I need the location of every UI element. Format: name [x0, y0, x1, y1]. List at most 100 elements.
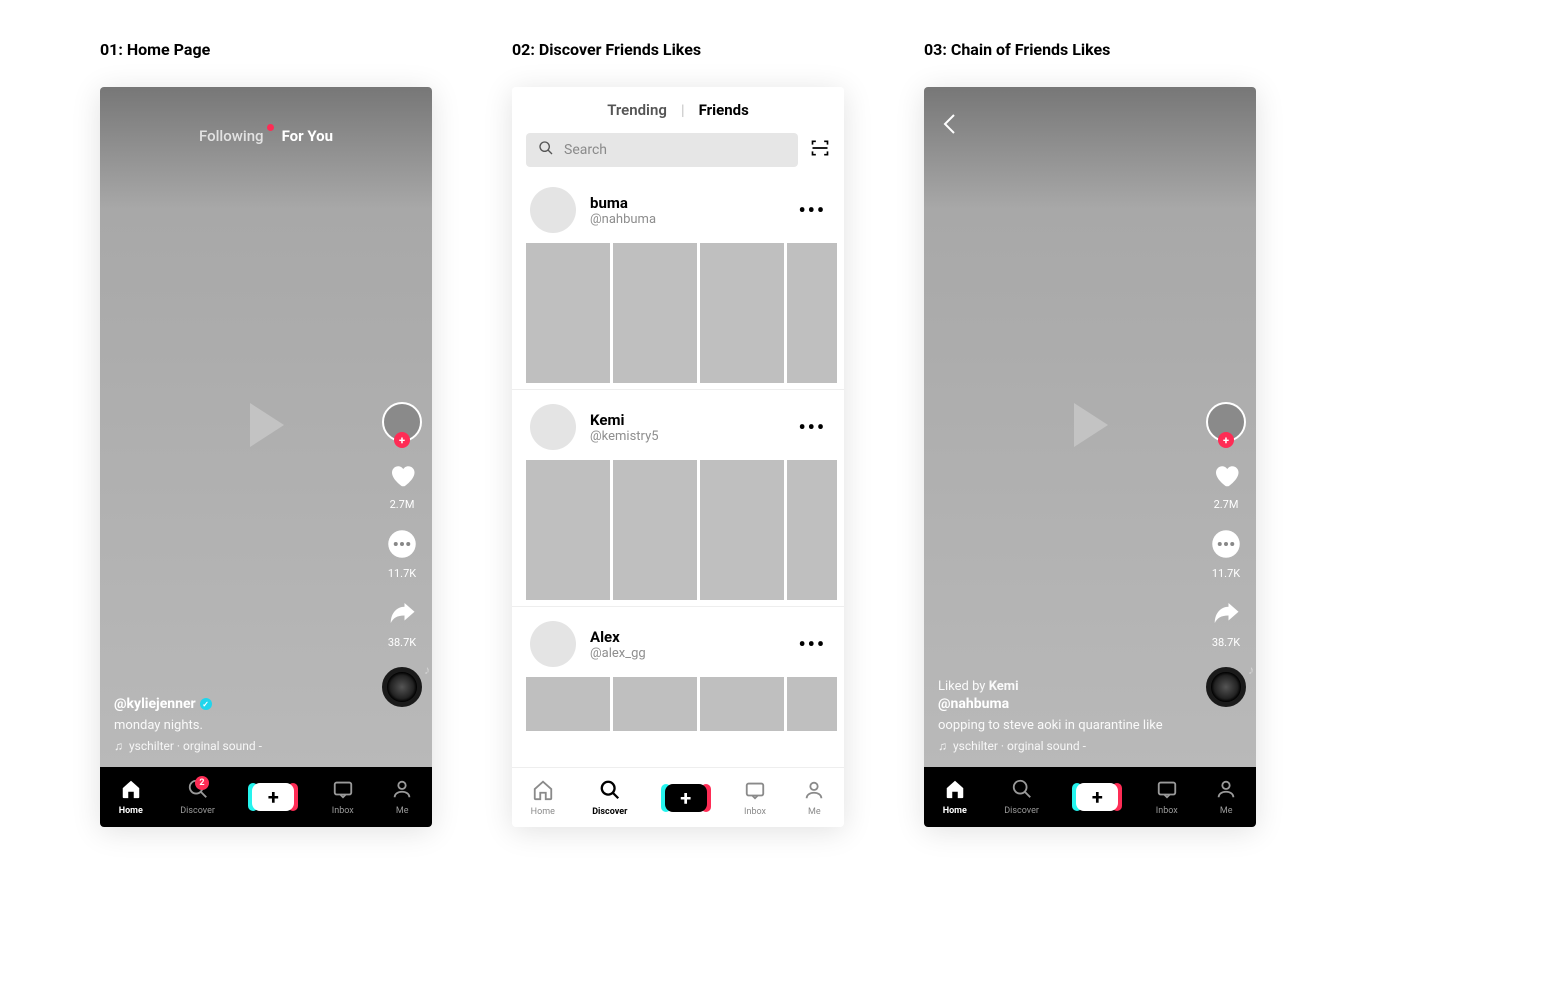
- friend-link[interactable]: buma @nahbuma: [590, 194, 784, 227]
- nav-create[interactable]: +: [252, 783, 294, 811]
- music-note-icon: ♪: [424, 663, 430, 677]
- creator-avatar[interactable]: +: [382, 402, 422, 442]
- nav-discover[interactable]: 2 Discover: [180, 778, 215, 816]
- share-button[interactable]: 38.7K: [1211, 598, 1241, 649]
- tab-following[interactable]: Following: [199, 127, 264, 145]
- friend-avatar[interactable]: [530, 187, 576, 233]
- sound-disc[interactable]: ♪: [382, 667, 422, 707]
- sound-disc[interactable]: ♪: [1206, 667, 1246, 707]
- inbox-icon: [1156, 778, 1178, 804]
- column-title: 03: Chain of Friends Likes: [924, 40, 1256, 59]
- music-note-icon: ♫: [938, 739, 947, 753]
- comment-button[interactable]: 11.7K: [1211, 529, 1241, 580]
- tab-friends[interactable]: Friends: [699, 101, 749, 119]
- friend-link[interactable]: Kemi @kemistry5: [590, 411, 784, 444]
- share-icon: [387, 598, 417, 632]
- creator-username[interactable]: @nahbuma: [938, 696, 1186, 712]
- nav-home[interactable]: Home: [119, 778, 143, 816]
- heart-icon: [387, 460, 417, 494]
- video-thumb[interactable]: [526, 243, 610, 383]
- vinyl-icon: [1206, 667, 1246, 707]
- phone-discover: Trending | Friends Search: [512, 87, 844, 827]
- home-icon: [944, 778, 966, 804]
- friend-block: buma @nahbuma •••: [512, 177, 844, 390]
- nav-inbox[interactable]: Inbox: [744, 779, 766, 817]
- nav-me[interactable]: Me: [391, 778, 413, 816]
- inbox-icon: [744, 779, 766, 805]
- video-thumb[interactable]: [613, 460, 697, 600]
- like-button[interactable]: 2.7M: [1211, 460, 1241, 511]
- bottom-nav: Home Discover + Inbox Me: [512, 767, 844, 827]
- home-icon: [532, 779, 554, 805]
- search-icon: [538, 140, 554, 160]
- phone-home: Following For You + 2: [100, 87, 432, 827]
- person-icon: [391, 778, 413, 804]
- sound-marquee[interactable]: ♫ yschilter · orginal sound -: [938, 739, 1186, 753]
- nav-home[interactable]: Home: [943, 778, 967, 816]
- video-feed[interactable]: + 2.7M 11.7K: [924, 87, 1256, 767]
- play-icon[interactable]: [1069, 401, 1111, 453]
- plus-icon: +: [665, 784, 707, 812]
- nav-me[interactable]: Me: [1215, 778, 1237, 816]
- notification-dot-icon: [267, 124, 274, 131]
- play-icon[interactable]: [245, 401, 287, 453]
- column-title: 02: Discover Friends Likes: [512, 40, 844, 59]
- search-input[interactable]: Search: [526, 133, 798, 167]
- friend-avatar[interactable]: [530, 621, 576, 667]
- discover-tabs: Trending | Friends: [512, 87, 844, 133]
- more-icon[interactable]: •••: [798, 632, 826, 656]
- scan-icon[interactable]: [810, 138, 830, 162]
- video-thumb[interactable]: [526, 677, 610, 731]
- video-thumb[interactable]: [526, 460, 610, 600]
- share-count: 38.7K: [1212, 636, 1240, 649]
- friend-link[interactable]: Alex @alex_gg: [590, 628, 784, 661]
- video-thumb[interactable]: [613, 677, 697, 731]
- comment-count: 11.7K: [388, 567, 416, 580]
- nav-inbox[interactable]: Inbox: [1156, 778, 1178, 816]
- music-note-icon: ♫: [114, 739, 123, 753]
- vinyl-icon: [382, 667, 422, 707]
- search-icon: [1011, 778, 1033, 804]
- video-thumb[interactable]: [787, 243, 837, 383]
- creator-avatar[interactable]: +: [1206, 402, 1246, 442]
- more-icon[interactable]: •••: [798, 415, 826, 439]
- discover-badge: 2: [195, 776, 209, 790]
- friend-block: Alex @alex_gg •••: [512, 611, 844, 737]
- nav-home[interactable]: Home: [531, 779, 555, 817]
- nav-create[interactable]: +: [665, 784, 707, 812]
- friend-block: Kemi @kemistry5 •••: [512, 394, 844, 607]
- sound-marquee[interactable]: ♫ yschilter · orginal sound -: [114, 739, 362, 753]
- like-count: 2.7M: [390, 498, 415, 511]
- nav-discover[interactable]: Discover: [592, 779, 627, 817]
- creator-username[interactable]: @kyliejenner ✓: [114, 696, 362, 712]
- back-button[interactable]: [942, 113, 956, 139]
- comment-button[interactable]: 11.7K: [387, 529, 417, 580]
- friend-avatar[interactable]: [530, 404, 576, 450]
- video-thumb[interactable]: [787, 460, 837, 600]
- nav-inbox[interactable]: Inbox: [332, 778, 354, 816]
- video-caption: monday nights.: [114, 718, 362, 733]
- tab-for-you[interactable]: For You: [282, 127, 333, 145]
- music-note-icon: ♪: [1248, 663, 1254, 677]
- video-thumb[interactable]: [700, 243, 784, 383]
- video-feed[interactable]: Following For You + 2: [100, 87, 432, 767]
- tab-trending[interactable]: Trending: [607, 101, 667, 119]
- nav-me[interactable]: Me: [803, 779, 825, 817]
- video-thumb[interactable]: [700, 677, 784, 731]
- person-icon: [803, 779, 825, 805]
- video-thumb[interactable]: [700, 460, 784, 600]
- person-icon: [1215, 778, 1237, 804]
- share-button[interactable]: 38.7K: [387, 598, 417, 649]
- follow-plus-icon[interactable]: +: [394, 432, 410, 448]
- more-icon[interactable]: •••: [798, 198, 826, 222]
- phone-chain: + 2.7M 11.7K: [924, 87, 1256, 827]
- video-thumb[interactable]: [613, 243, 697, 383]
- nav-create[interactable]: +: [1076, 783, 1118, 811]
- like-button[interactable]: 2.7M: [387, 460, 417, 511]
- bottom-nav: Home Discover + Inbox Me: [924, 767, 1256, 827]
- nav-discover[interactable]: Discover: [1004, 778, 1039, 816]
- liked-by-line[interactable]: Liked by Kemi: [938, 679, 1186, 694]
- follow-plus-icon[interactable]: +: [1218, 432, 1234, 448]
- plus-icon: +: [1076, 783, 1118, 811]
- video-thumb[interactable]: [787, 677, 837, 731]
